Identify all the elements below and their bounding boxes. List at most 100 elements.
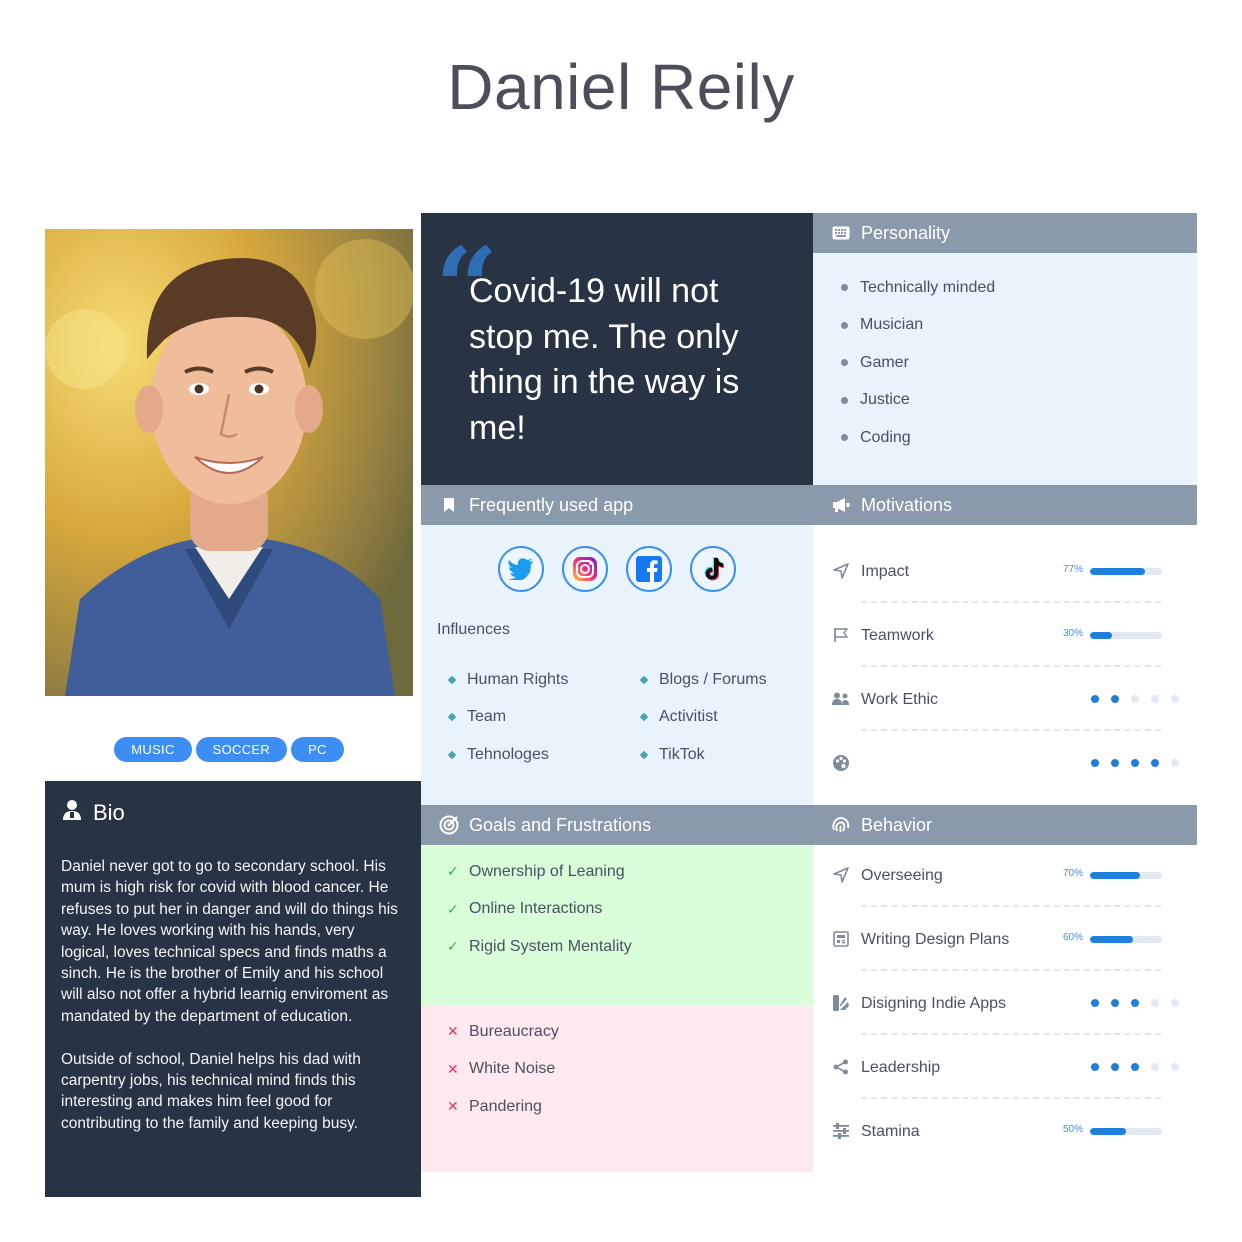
rating-dot-filled — [1111, 695, 1119, 703]
interest-tags: MUSIC SOCCER PC — [45, 737, 413, 762]
bio-panel: Bio Daniel never got to go to secondary … — [45, 781, 421, 1197]
rating-dots — [1091, 759, 1179, 767]
motivation-label: Impact — [861, 563, 910, 580]
cross-icon: ✕ — [447, 1098, 459, 1115]
rating-dot-empty — [1171, 759, 1179, 767]
progress-fill — [1090, 1128, 1126, 1135]
personality-list: Technically minded Musician Gamer Justic… — [841, 269, 995, 457]
list-item: Justice — [841, 382, 995, 420]
rating-dot-empty — [1171, 999, 1179, 1007]
bio-text: Daniel never got to go to secondary scho… — [61, 856, 407, 1134]
palette-icon — [831, 753, 851, 773]
rating-dots — [1091, 695, 1179, 703]
list-item: ✓ Rigid System Mentality — [447, 937, 632, 955]
rating-dot-filled — [1111, 999, 1119, 1007]
progress-fill — [1090, 936, 1134, 943]
list-item: ✓ Ownership of Leaning — [447, 862, 625, 880]
behavior-row-writing: Writing Design Plans 60% — [831, 907, 1162, 971]
motivation-label: Teamwork — [861, 627, 934, 644]
motivation-row-impact: Impact 77% — [831, 539, 1162, 603]
progress-fill — [1090, 568, 1146, 575]
check-icon: ✓ — [447, 863, 459, 880]
goals-title: Goals and Frustrations — [469, 814, 652, 835]
bio-paragraph: Daniel never got to go to secondary scho… — [61, 858, 398, 1025]
behavior-panel: Overseeing 70% Writing Design Plans 60% … — [813, 845, 1197, 1175]
progress-fill — [1090, 872, 1141, 879]
behavior-label: Writing Design Plans — [861, 931, 1010, 948]
quote-text: Covid-19 will not stop me. The only thin… — [469, 272, 740, 447]
influences-list-left: Human Rights Team Tehnologes — [447, 661, 568, 774]
frustrations-list: ✕ Bureaucracy ✕ White Noise ✕ Pandering — [447, 1013, 559, 1126]
facebook-icon[interactable] — [626, 546, 672, 592]
motivations-header: Motivations — [813, 485, 1197, 525]
list-item: Tehnologes — [447, 736, 568, 774]
motivation-row-creativity — [831, 731, 1179, 795]
behavior-label: Disigning Indie Apps — [861, 995, 1006, 1012]
rating-dot-empty — [1131, 695, 1139, 703]
user-icon — [63, 799, 81, 827]
cross-icon: ✕ — [447, 1023, 459, 1040]
rating-dots — [1091, 1063, 1179, 1071]
behavior-label: Stamina — [861, 1123, 920, 1140]
tag-pc[interactable]: PC — [291, 737, 344, 762]
list-item: Musician — [841, 307, 995, 345]
behavior-header: Behavior — [813, 805, 1197, 845]
behavior-title: Behavior — [861, 814, 933, 835]
list-item: Team — [447, 699, 568, 737]
bio-paragraph: Outside of school, Daniel helps his dad … — [61, 1050, 361, 1132]
progress-bar — [1090, 632, 1162, 639]
list-item: ✕ White Noise — [447, 1060, 556, 1078]
influences-list-right: Blogs / Forums Activitist TikTok — [639, 661, 767, 774]
tag-music[interactable]: MUSIC — [114, 737, 192, 762]
bio-title: Bio — [93, 800, 125, 825]
progress-bar — [1090, 936, 1162, 943]
fingerprint-icon — [831, 815, 851, 835]
progress-fill — [1090, 632, 1112, 639]
progress-bar — [1090, 1128, 1162, 1135]
behavior-row-designing: Disigning Indie Apps — [831, 971, 1179, 1035]
instagram-icon[interactable] — [562, 546, 608, 592]
rating-dot-filled — [1111, 1063, 1119, 1071]
personality-title: Personality — [861, 222, 951, 243]
motivations-title: Motivations — [861, 494, 953, 515]
tiktok-icon[interactable] — [690, 546, 736, 592]
tag-soccer[interactable]: SOCCER — [195, 737, 288, 762]
goals-list: ✓ Ownership of Leaning ✓ Online Interactio… — [447, 853, 632, 966]
design-icon — [831, 993, 851, 1013]
newspaper-icon — [831, 929, 851, 949]
influences-label: Influences — [437, 621, 510, 638]
rating-dots — [1091, 999, 1179, 1007]
rating-dot-empty — [1151, 999, 1159, 1007]
progress-bar — [1090, 568, 1162, 575]
persona-name: Daniel Reily — [447, 51, 795, 123]
sliders-icon — [831, 1121, 851, 1141]
rating-dot-empty — [1151, 695, 1159, 703]
personality-header: Personality — [813, 213, 1197, 253]
list-item: TikTok — [639, 736, 767, 774]
list-item: Activitist — [639, 699, 767, 737]
apps-panel: Influences Human Rights Team Tehnologes … — [421, 525, 813, 805]
list-item: Blogs / Forums — [639, 661, 767, 699]
motivation-percent: 77% — [1063, 564, 1084, 575]
rating-dot-filled — [1151, 759, 1159, 767]
apps-header: Frequently used app — [421, 485, 813, 525]
rating-dot-filled — [1091, 759, 1099, 767]
twitter-icon[interactable] — [498, 546, 544, 592]
motivation-label: Work Ethic — [861, 691, 939, 708]
rating-dot-filled — [1131, 999, 1139, 1007]
behavior-row-overseeing: Overseeing 70% — [831, 843, 1162, 907]
list-item: Human Rights — [447, 661, 568, 699]
behavior-percent: 50% — [1063, 1124, 1084, 1135]
progress-bar — [1090, 872, 1162, 879]
check-icon: ✓ — [447, 938, 459, 955]
rating-dot-filled — [1131, 759, 1139, 767]
navigation-arrow-icon — [831, 561, 851, 581]
list-item: ✓ Online Interactions — [447, 900, 603, 918]
behavior-row-stamina: Stamina 50% — [831, 1099, 1162, 1163]
goals-panel: ✓ Ownership of Leaning ✓ Online Interactio… — [421, 845, 813, 1005]
share-icon — [831, 1057, 851, 1077]
rating-dot-empty — [1171, 1063, 1179, 1071]
cross-icon: ✕ — [447, 1060, 459, 1077]
target-icon — [439, 815, 459, 835]
personality-panel: Technically minded Musician Gamer Justic… — [813, 253, 1197, 485]
